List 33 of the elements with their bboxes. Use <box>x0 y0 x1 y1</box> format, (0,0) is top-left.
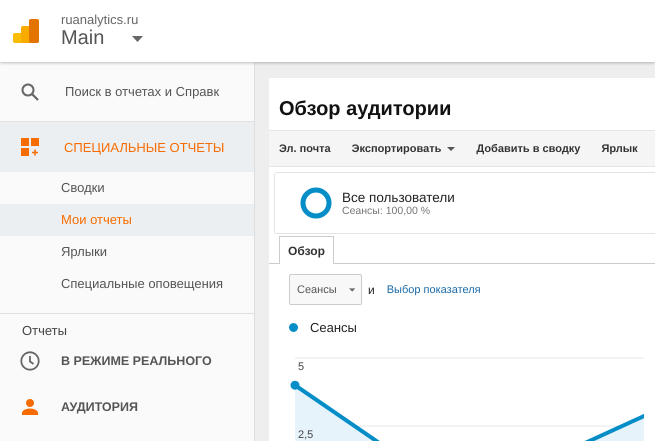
section-heading: Отчеты <box>21 322 68 338</box>
clock-icon <box>20 351 40 371</box>
segment-detail: Сеансы: 100,00 % <box>342 204 432 216</box>
axis-label: 5 <box>298 361 304 373</box>
caret-icon <box>132 36 144 42</box>
page-title: Обзор аудитории <box>278 97 452 122</box>
bar-chart-logo-icon <box>13 19 41 43</box>
joiner-text: и <box>368 282 375 296</box>
segment-name: Все пользователи <box>342 190 455 204</box>
nav-item[interactable]: Специальные оповещения <box>0 268 254 300</box>
nav-item[interactable]: Сводки <box>0 172 254 204</box>
site-name: ruanalytics.ru <box>61 12 140 27</box>
toolbar-button[interactable]: Ярлык <box>593 142 646 154</box>
grid-plus-icon <box>21 138 39 156</box>
search-icon <box>21 82 39 100</box>
toolbar-button[interactable]: Экспортировать <box>344 142 464 154</box>
metric-link[interactable]: Выбор показателя <box>386 284 481 296</box>
view-selector[interactable]: Main <box>61 27 144 50</box>
nav-section[interactable]: АУДИТОРИЯ <box>0 384 254 430</box>
legend-label: Сеансы <box>310 320 357 335</box>
nav-section[interactable]: В РЕЖИМЕ РЕАЛЬНОГО <box>0 338 254 384</box>
legend-dot <box>289 323 298 332</box>
axis-label: 2,5 <box>298 429 314 441</box>
toolbar-button[interactable]: Эл. почта <box>271 142 339 154</box>
caret-icon <box>447 146 456 150</box>
segment-ring-icon <box>300 187 332 219</box>
person-icon <box>22 399 38 415</box>
search-field[interactable]: Поиск в отчетах и Справк <box>65 84 233 99</box>
tab[interactable]: Обзор <box>279 236 334 264</box>
nav-item[interactable]: Ярлыки <box>0 236 254 268</box>
caret-icon <box>348 288 355 292</box>
metric-dropdown[interactable]: Сеансы <box>289 274 362 305</box>
toolbar-button[interactable]: Добавить в сводку <box>468 142 588 154</box>
